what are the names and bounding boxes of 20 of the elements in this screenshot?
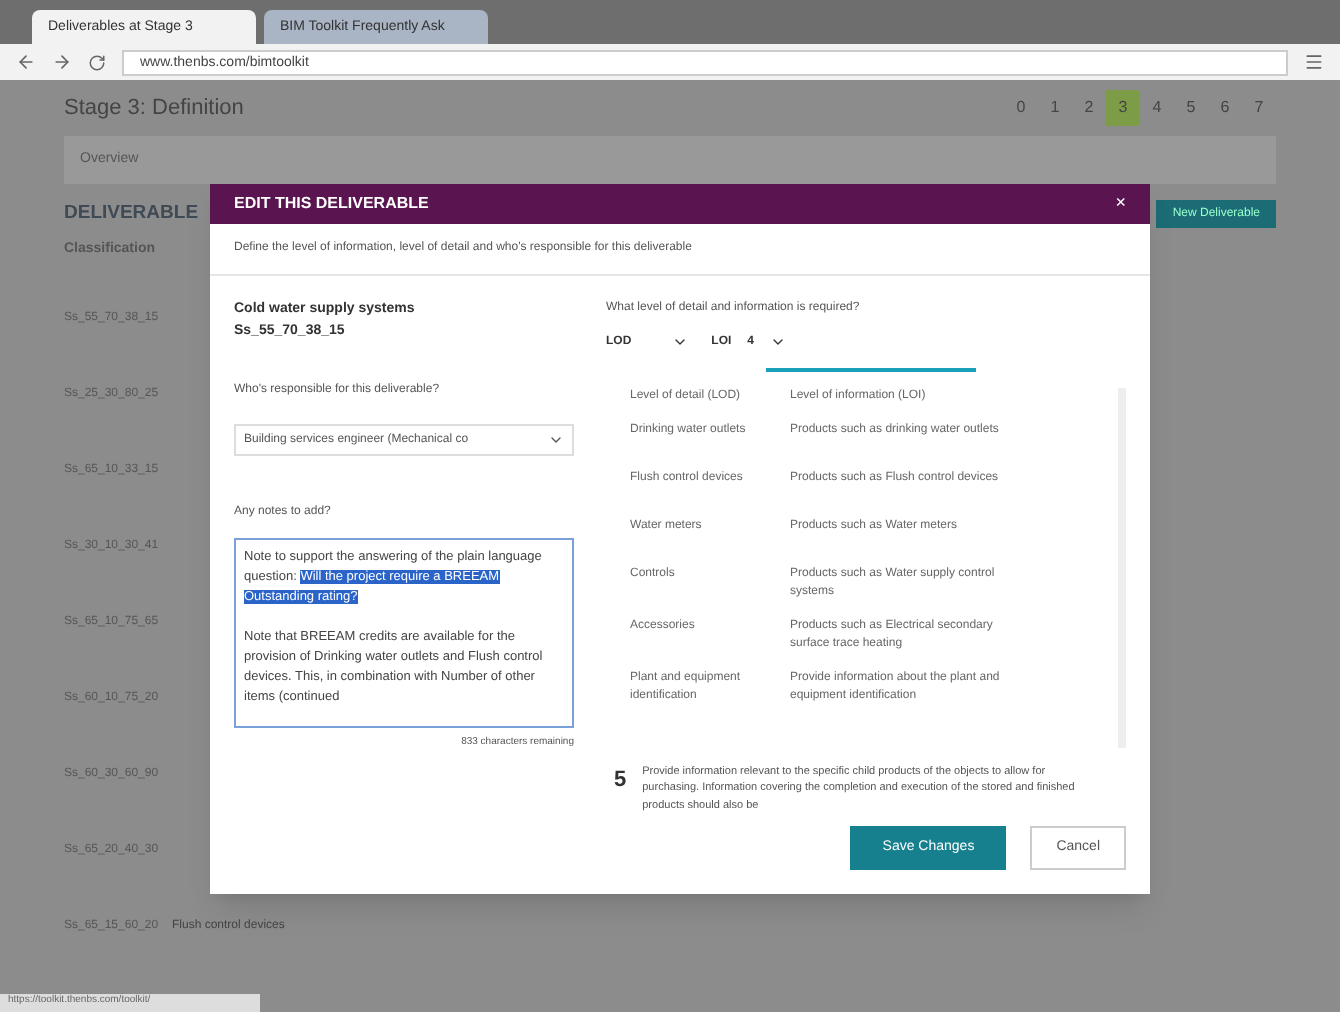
stage-tab[interactable]: 7 [1242,90,1276,126]
stage-tab[interactable]: 2 [1072,90,1106,126]
forward-icon[interactable] [52,52,72,72]
back-icon[interactable] [16,52,36,72]
stage-tab[interactable]: 3 [1106,90,1140,126]
stage-tab[interactable]: 0 [1004,90,1038,126]
dialog-title: EDIT THIS DELIVERABLE [234,192,429,216]
page-heading: DELIVERABLE [64,200,199,228]
reload-icon[interactable] [88,53,106,71]
menu-icon[interactable] [1304,52,1324,72]
level-number: 5 [614,766,627,796]
caret-icon [548,432,564,448]
stage-tab[interactable]: 1 [1038,90,1072,126]
stage-title: Stage 3: Definition [64,93,244,124]
stage-tab[interactable]: 5 [1174,90,1208,126]
stage-tab[interactable]: 4 [1140,90,1174,126]
close-button[interactable]: × [1115,190,1126,218]
stage-tab[interactable]: 6 [1208,90,1242,126]
caret-icon [770,334,787,350]
caret-icon [671,334,688,350]
